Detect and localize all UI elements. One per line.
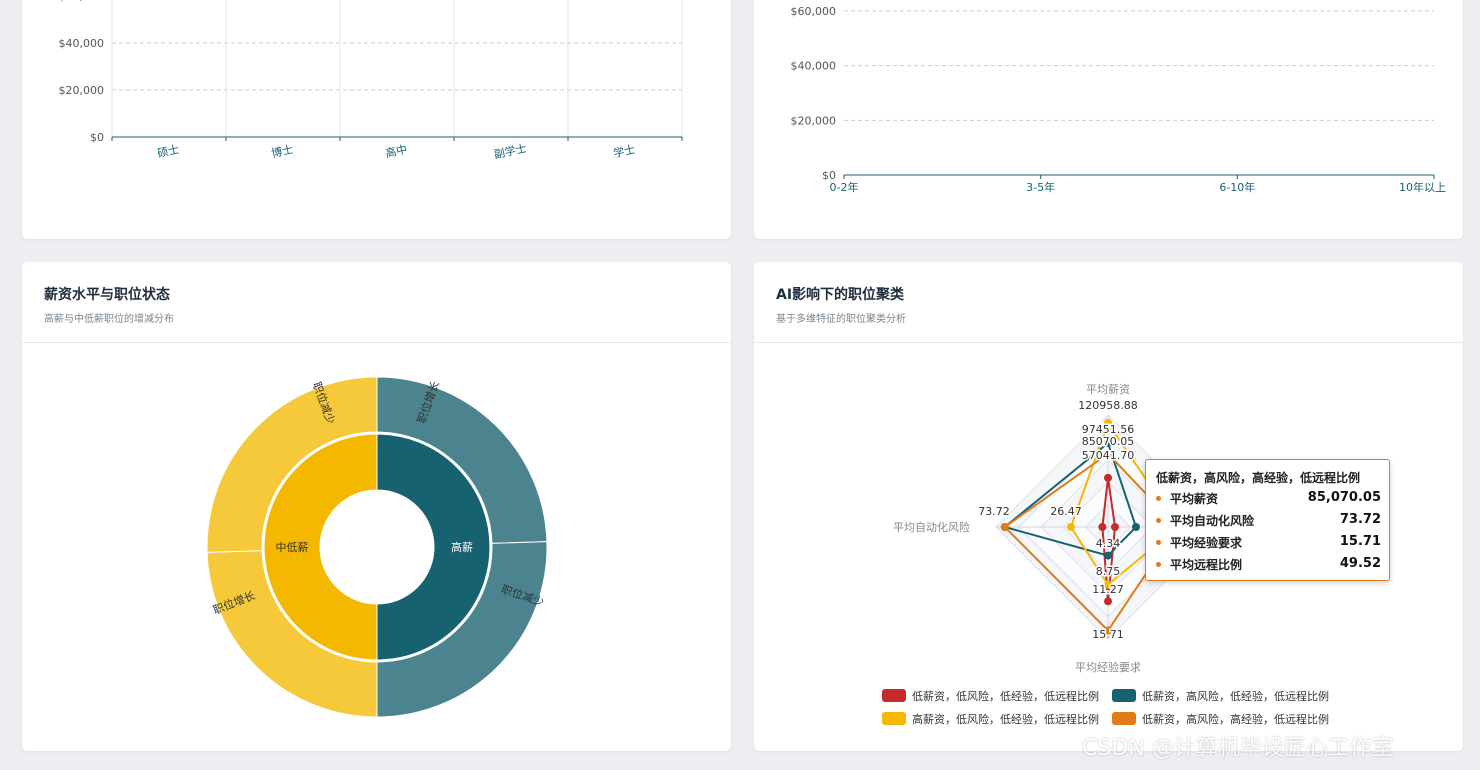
x-tick-label: 高中 bbox=[384, 142, 408, 160]
radar-value-label: 8.75 bbox=[1096, 565, 1121, 578]
radar-point bbox=[1132, 523, 1140, 531]
legend-label: 低薪资，高风险，低经验，低远程比例 bbox=[1142, 690, 1329, 703]
radar-value-label: 15.71 bbox=[1092, 628, 1124, 641]
experience-salary-card: $0 $20,000 $40,000 $60,000 0-2年 3-5年 6-10年 10年以… bbox=[754, 0, 1463, 239]
radar-value-label: 73.72 bbox=[978, 505, 1010, 518]
radar-indicator-label: 平均经验要求 bbox=[1075, 660, 1141, 674]
radar-tooltip: 低薪资，高风险，高经验，低远程比例 平均薪资 85,070.05 平均自动化风险… bbox=[1145, 459, 1390, 581]
radar-point bbox=[1104, 551, 1112, 560]
y-tick-label: $40,000 bbox=[791, 60, 837, 73]
tooltip-title: 低薪资，高风险，高经验，低远程比例 bbox=[1156, 471, 1361, 485]
legend-swatch-icon bbox=[882, 712, 906, 725]
radar-value-label: 26.47 bbox=[1050, 505, 1082, 518]
radar-value-label: 85070.05 bbox=[1082, 435, 1135, 448]
legend-label: 低薪资，高风险，高经验，低远程比例 bbox=[1142, 713, 1329, 726]
radar-point bbox=[1104, 597, 1112, 606]
radar-point bbox=[1098, 523, 1107, 531]
radar-value-label: 11.27 bbox=[1092, 583, 1124, 596]
series-dot-icon bbox=[1156, 496, 1161, 501]
tooltip-row: 平均自动化风险 73.72 bbox=[1156, 512, 1381, 532]
education-salary-chart: $0 $20,000 $40,000 $60,000 硕士 博士 高中 副学士 学士 bbox=[59, 0, 683, 162]
x-tick-label: 0-2年 bbox=[830, 180, 859, 194]
radar-indicator-label: 平均薪资 bbox=[1086, 383, 1130, 396]
radar-value-label: 57041.70 bbox=[1082, 449, 1135, 462]
legend-swatch-icon bbox=[1112, 689, 1136, 702]
radar-point bbox=[1104, 473, 1112, 482]
tooltip-row: 平均薪资 85,070.05 bbox=[1156, 490, 1381, 510]
watermark: CSDN @计算机毕设匠心工作室 bbox=[1082, 736, 1394, 761]
tooltip-value: 85,070.05 bbox=[1307, 490, 1381, 505]
radar-point bbox=[1066, 523, 1075, 531]
series-dot-icon bbox=[1156, 518, 1161, 523]
y-tick-label: $0 bbox=[90, 131, 104, 144]
x-tick-label: 3-5年 bbox=[1026, 180, 1055, 194]
tooltip-value: 49.52 bbox=[1339, 556, 1381, 571]
legend-swatch-icon bbox=[1112, 712, 1136, 725]
y-tick-label: $40,000 bbox=[59, 37, 105, 50]
x-tick-label: 6-10年 bbox=[1219, 180, 1255, 194]
radar-point bbox=[1111, 523, 1119, 531]
legend-swatch-icon bbox=[882, 689, 906, 702]
x-tick-label: 博士 bbox=[270, 143, 294, 160]
radar-value-label: 120958.88 bbox=[1078, 399, 1138, 412]
y-tick-label: $20,000 bbox=[791, 114, 837, 127]
inner-slice-label: 高薪 bbox=[451, 540, 473, 554]
salary-status-card: 薪资水平与职位状态 高薪与中低薪职位的增减分布 高薪 中低薪 职位增长 职位减少 职位增… bbox=[22, 262, 731, 751]
series-dot-icon bbox=[1156, 562, 1161, 567]
y-tick-label: $20,000 bbox=[59, 84, 105, 97]
legend-label: 低薪资，低风险，低经验，低远程比例 bbox=[912, 690, 1099, 703]
tooltip-label: 平均自动化风险 bbox=[1170, 514, 1255, 528]
inner-slice-label: 中低薪 bbox=[276, 541, 309, 554]
legend-label: 高薪资，低风险，低经验，低远程比例 bbox=[912, 713, 1099, 726]
tooltip-row: 平均经验要求 15.71 bbox=[1156, 534, 1381, 554]
radar-indicator-label: 平均自动化风险 bbox=[893, 520, 970, 534]
salary-status-sunburst: 高薪中低薪职位增长职位减少职位增长职位减少 bbox=[206, 376, 548, 718]
radar-value-label: 4.34 bbox=[1096, 537, 1121, 550]
education-salary-card: $0 $20,000 $40,000 $60,000 硕士 博士 高中 副学士 学士 bbox=[22, 0, 731, 239]
y-tick-label: $60,000 bbox=[791, 5, 837, 18]
x-tick-label: 10年以上 bbox=[1399, 180, 1446, 194]
tooltip-row: 平均远程比例 49.52 bbox=[1156, 556, 1381, 576]
tooltip-label: 平均经验要求 bbox=[1170, 536, 1243, 550]
radar-point bbox=[1000, 523, 1009, 531]
tooltip-value: 73.72 bbox=[1339, 512, 1381, 527]
tooltip-label: 平均远程比例 bbox=[1170, 558, 1243, 572]
x-tick-label: 学士 bbox=[612, 142, 636, 160]
series-dot-icon bbox=[1156, 540, 1161, 545]
y-tick-label: $60,000 bbox=[59, 0, 105, 3]
x-tick-label: 硕士 bbox=[156, 143, 180, 160]
tooltip-value: 15.71 bbox=[1339, 534, 1381, 549]
tooltip-label: 平均薪资 bbox=[1170, 492, 1219, 506]
experience-salary-chart: $0$20,000$40,000$60,0000-2年 3-5年 6-10年 10年以… bbox=[791, 5, 1447, 194]
x-tick-label: 副学士 bbox=[493, 141, 528, 162]
